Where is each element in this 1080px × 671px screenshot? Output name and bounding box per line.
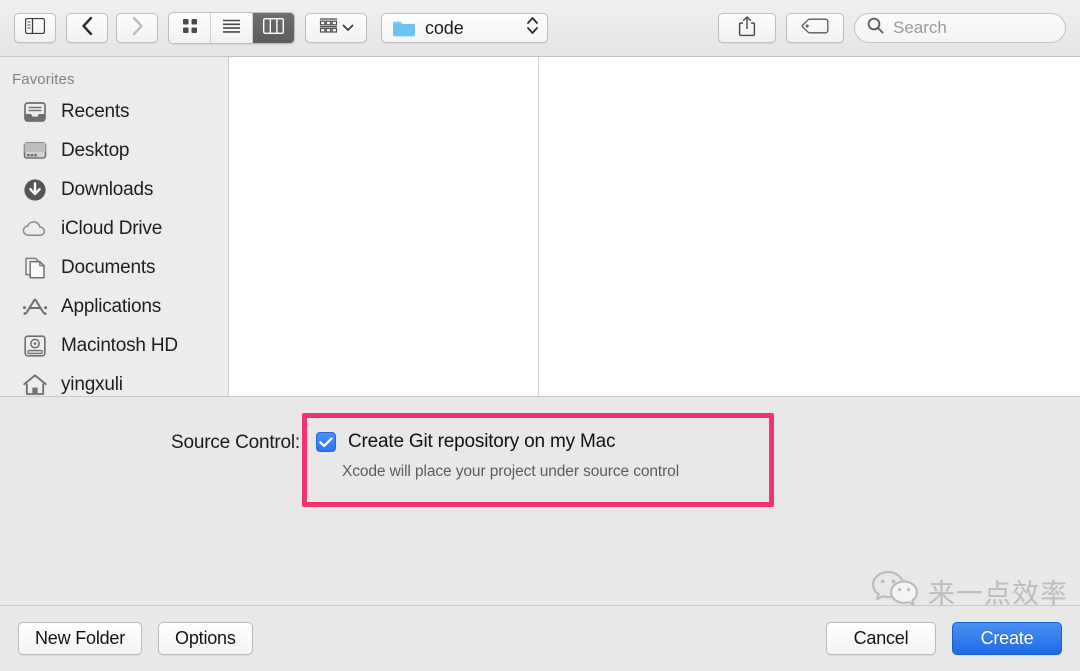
- cancel-button[interactable]: Cancel: [826, 622, 936, 655]
- sidebar-item-icloud-drive[interactable]: iCloud Drive: [0, 209, 228, 248]
- sidebar-item-recents[interactable]: Recents: [0, 92, 228, 131]
- folder-icon: [392, 19, 416, 38]
- arrange-by-button[interactable]: [305, 13, 367, 43]
- view-as-list-button[interactable]: [211, 13, 253, 43]
- create-git-repository-checkbox[interactable]: [316, 432, 336, 452]
- sidebar: Favorites Recents Desktop Downloads iClo…: [0, 57, 229, 396]
- sidebar-item-label: yingxuli: [61, 373, 123, 395]
- home-icon: [22, 372, 48, 397]
- options-button[interactable]: Options: [158, 622, 253, 655]
- sidebar-item-yingxuli[interactable]: yingxuli: [0, 365, 228, 396]
- desktop-icon: [22, 138, 48, 164]
- browser-column-2[interactable]: [539, 57, 1080, 396]
- stepper-chevrons-icon: [526, 15, 539, 41]
- tag-icon: [801, 18, 829, 39]
- checkmark-icon: [319, 436, 333, 447]
- list-icon: [222, 19, 241, 38]
- sidebar-item-label: Applications: [61, 295, 162, 317]
- recents-icon: [22, 99, 48, 125]
- browser-area: Favorites Recents Desktop Downloads iClo…: [0, 57, 1080, 396]
- icloud-icon: [22, 216, 48, 242]
- new-folder-button[interactable]: New Folder: [18, 622, 143, 655]
- forward-button[interactable]: [116, 13, 158, 43]
- path-popup-button[interactable]: code: [381, 13, 548, 43]
- sidebar-item-label: Recents: [61, 100, 130, 122]
- sidebar-item-label: iCloud Drive: [61, 217, 163, 239]
- navigation-buttons: [66, 13, 158, 43]
- harddisk-icon: [22, 333, 48, 359]
- applications-icon: [22, 294, 48, 320]
- browser-column-1[interactable]: [229, 57, 539, 396]
- accessory-panel: Source Control: Create Git repository on…: [0, 396, 1080, 605]
- footer-bar: New Folder Options Cancel Create 来一点效率: [0, 570, 1080, 671]
- highlight-annotation: [302, 413, 774, 507]
- sidebar-toggle-button[interactable]: [14, 13, 56, 43]
- sidebar-item-documents[interactable]: Documents: [0, 248, 228, 287]
- search-input[interactable]: Search: [854, 13, 1066, 43]
- sidebar-section-favorites: Favorites: [12, 71, 75, 88]
- grid-icon: [182, 18, 198, 39]
- chevron-right-icon: [131, 16, 144, 41]
- sidebar-item-label: Macintosh HD: [61, 334, 178, 356]
- sidebar-item-label: Downloads: [61, 178, 154, 200]
- checkbox-label: Create Git repository on my Mac: [348, 431, 616, 452]
- view-mode-segmented-control: [168, 12, 295, 44]
- checkbox-help-text: Xcode will place your project under sour…: [342, 463, 680, 480]
- view-as-icons-button[interactable]: [169, 13, 211, 43]
- chevron-left-icon: [81, 16, 94, 41]
- save-panel-window: code Search Favorites Recents Desktop Do…: [0, 0, 1080, 671]
- toolbar: code Search: [0, 0, 1080, 57]
- sidebar-item-label: Desktop: [61, 139, 130, 161]
- source-control-label: Source Control:: [170, 432, 300, 453]
- arrange-grid-icon: [319, 17, 338, 39]
- path-label: code: [425, 17, 464, 38]
- downloads-icon: [22, 177, 48, 203]
- create-button[interactable]: Create: [952, 622, 1062, 655]
- search-icon: [867, 17, 884, 39]
- sidebar-icon: [24, 17, 46, 39]
- columns-icon: [262, 17, 285, 39]
- share-icon: [738, 15, 756, 42]
- back-button[interactable]: [66, 13, 108, 43]
- create-git-repository-checkbox-row[interactable]: Create Git repository on my Mac: [316, 431, 615, 453]
- search-placeholder: Search: [893, 18, 947, 37]
- sidebar-item-desktop[interactable]: Desktop: [0, 131, 228, 170]
- share-button[interactable]: [718, 13, 776, 43]
- column-browser: [229, 57, 1080, 396]
- sidebar-item-label: Documents: [61, 256, 156, 278]
- chevron-down-icon: [342, 19, 354, 37]
- sidebar-item-downloads[interactable]: Downloads: [0, 170, 228, 209]
- documents-icon: [22, 255, 48, 281]
- sidebar-item-macintosh-hd[interactable]: Macintosh HD: [0, 326, 228, 365]
- sidebar-item-applications[interactable]: Applications: [0, 287, 228, 326]
- view-as-columns-button[interactable]: [253, 13, 294, 43]
- tags-button[interactable]: [786, 13, 844, 43]
